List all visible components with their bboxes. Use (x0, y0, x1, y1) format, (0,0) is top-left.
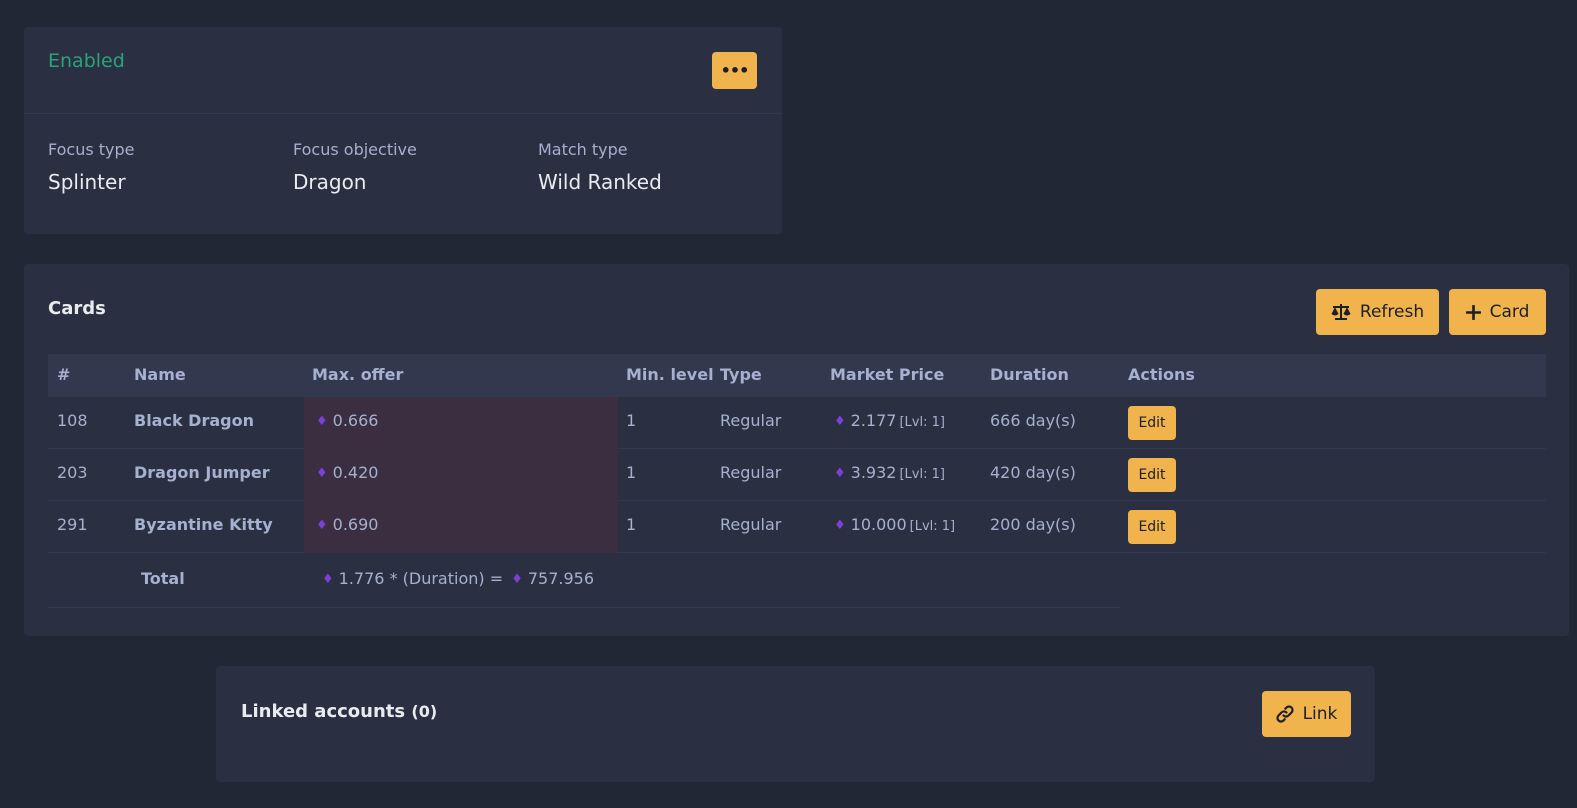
total-sum: ♦ 1.776 * (Duration) = ♦ 757.956 (322, 569, 594, 588)
table-row: 108 Black Dragon ♦ 0.666 1 Regular ♦ 2.177… (48, 397, 1546, 449)
card-id: 291 (57, 515, 88, 534)
status-enabled-label: Enabled (48, 50, 125, 72)
duration: 420 day(s) (990, 463, 1076, 482)
min-level: 1 (626, 515, 637, 534)
card-type: Regular (720, 463, 782, 482)
linked-accounts-label: Linked accounts (241, 701, 406, 722)
add-card-button[interactable]: Card (1449, 289, 1546, 335)
focus-objective-field: Focus objective Dragon (293, 140, 417, 194)
market-price: ♦ 3.932 [Lvl: 1] (834, 463, 945, 482)
card-id: 203 (57, 463, 88, 482)
more-options-button[interactable]: ••• (712, 52, 757, 89)
diamond-icon: ♦ (511, 572, 523, 587)
diamond-icon: ♦ (834, 518, 846, 533)
col-market-price-header: Market Price (830, 365, 945, 384)
market-price: ♦ 2.177 [Lvl: 1] (834, 411, 945, 430)
max-offer-value: 0.690 (332, 515, 379, 534)
total-sum-value: 1.776 (338, 569, 385, 588)
diamond-icon: ♦ (322, 572, 334, 587)
card-name: Dragon Jumper (134, 463, 270, 482)
diamond-icon: ♦ (316, 466, 328, 481)
card-id: 108 (57, 411, 88, 430)
balance-scale-icon (1331, 303, 1351, 321)
total-label: Total (141, 569, 185, 588)
diamond-icon: ♦ (834, 414, 846, 429)
max-offer: ♦ 0.420 (316, 463, 378, 482)
max-offer: ♦ 0.690 (316, 515, 378, 534)
match-type-field: Match type Wild Ranked (538, 140, 662, 194)
total-row: Total ♦ 1.776 * (Duration) = ♦ 757.956 (48, 553, 1120, 608)
table-row: 291 Byzantine Kitty ♦ 0.690 1 Regular ♦ 10… (48, 501, 1546, 553)
diamond-icon: ♦ (834, 466, 846, 481)
plus-icon (1465, 304, 1481, 320)
col-max-offer-header: Max. offer (312, 365, 404, 384)
market-level: [Lvl: 1] (909, 519, 956, 534)
market-price-value: 2.177 (850, 411, 897, 430)
card-type: Regular (720, 515, 782, 534)
max-offer-value: 0.420 (332, 463, 379, 482)
focus-objective-label: Focus objective (293, 140, 417, 159)
col-min-level-header: Min. level (626, 365, 714, 384)
add-card-label: Card (1489, 302, 1530, 322)
table-row: 203 Dragon Jumper ♦ 0.420 1 Regular ♦ 3.93… (48, 449, 1546, 501)
market-price: ♦ 10.000 [Lvl: 1] (834, 515, 955, 534)
match-type-value: Wild Ranked (538, 170, 662, 194)
market-level: [Lvl: 1] (899, 415, 945, 430)
divider (24, 113, 782, 114)
cards-title: Cards (48, 298, 106, 319)
max-offer-value: 0.666 (332, 411, 379, 430)
market-price-value: 3.932 (850, 463, 897, 482)
min-level: 1 (626, 463, 637, 482)
total-result: 757.956 (527, 569, 595, 588)
diamond-icon: ♦ (316, 518, 328, 533)
status-panel: Enabled ••• Focus type Splinter Focus ob… (24, 27, 782, 234)
edit-button[interactable]: Edit (1128, 406, 1176, 440)
refresh-label: Refresh (1359, 302, 1425, 322)
link-label: Link (1302, 704, 1338, 724)
link-button[interactable]: Link (1262, 691, 1351, 737)
focus-objective-value: Dragon (293, 170, 367, 194)
cards-panel: Cards Refresh Card # Name Max. offer Min… (24, 264, 1569, 636)
market-price-value: 10.000 (850, 515, 907, 534)
col-duration-header: Duration (990, 365, 1069, 384)
link-icon (1275, 705, 1294, 723)
col-id-header: # (57, 365, 71, 384)
cards-table: # Name Max. offer Min. level Type Market… (48, 354, 1546, 608)
col-type-header: Type (720, 365, 762, 384)
col-name-header: Name (134, 365, 186, 384)
market-level: [Lvl: 1] (899, 467, 945, 482)
edit-button[interactable]: Edit (1128, 458, 1176, 492)
table-header: # Name Max. offer Min. level Type Market… (48, 354, 1546, 397)
refresh-button[interactable]: Refresh (1316, 289, 1439, 335)
duration: 200 day(s) (990, 515, 1076, 534)
total-formula: * (Duration) = (389, 569, 504, 588)
focus-type-value: Splinter (48, 170, 126, 194)
min-level: 1 (626, 411, 637, 430)
focus-type-field: Focus type Splinter (48, 140, 135, 194)
linked-accounts-panel: Linked accounts (0) Link (216, 666, 1375, 782)
diamond-icon: ♦ (316, 414, 328, 429)
card-name: Byzantine Kitty (134, 515, 273, 534)
edit-button[interactable]: Edit (1128, 510, 1176, 544)
linked-accounts-title: Linked accounts (0) (241, 701, 437, 722)
card-name: Black Dragon (134, 411, 254, 430)
match-type-label: Match type (538, 140, 628, 159)
card-type: Regular (720, 411, 782, 430)
focus-type-label: Focus type (48, 140, 135, 159)
col-actions-header: Actions (1128, 365, 1195, 384)
linked-accounts-count: (0) (411, 702, 438, 721)
max-offer: ♦ 0.666 (316, 411, 378, 430)
duration: 666 day(s) (990, 411, 1076, 430)
more-dots-icon: ••• (720, 61, 750, 80)
